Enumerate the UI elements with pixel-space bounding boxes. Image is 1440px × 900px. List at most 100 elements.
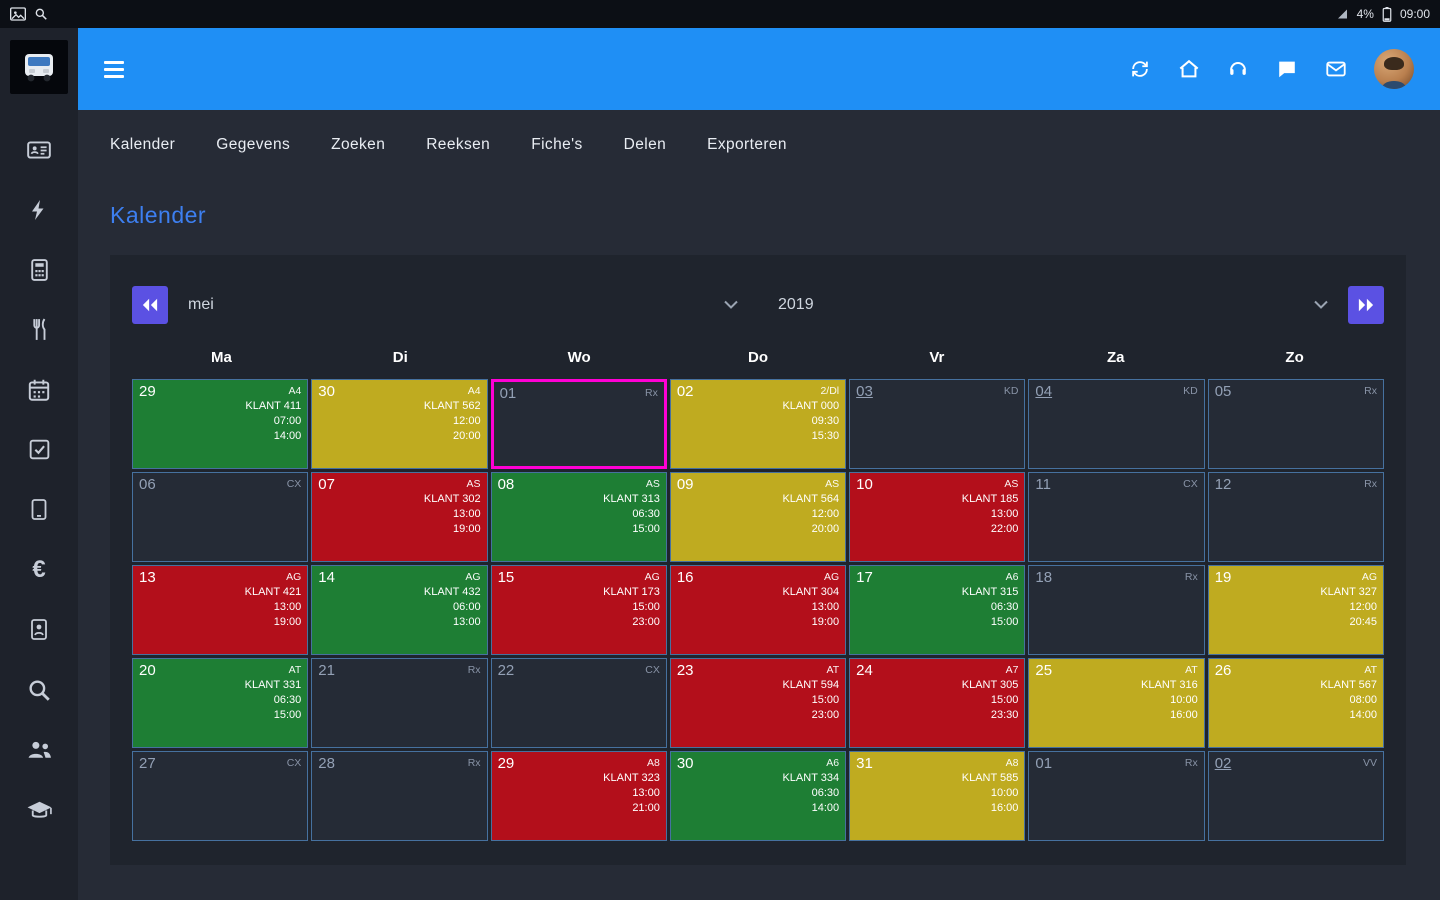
calendar-day-cell[interactable]: 31A8KLANT 58510:0016:00 [849, 751, 1025, 841]
tablet-icon[interactable] [26, 496, 53, 523]
year-select[interactable]: 2019 [778, 285, 1328, 325]
calendar-day-cell[interactable]: 10ASKLANT 18513:0022:00 [849, 472, 1025, 562]
shift-details: CX [287, 477, 302, 492]
calendar-day-cell[interactable]: 30A6KLANT 33406:3014:00 [670, 751, 846, 841]
start-time: 13:00 [962, 507, 1019, 522]
screenshot-icon [10, 7, 26, 21]
nav-kalender[interactable]: Kalender [110, 136, 175, 154]
calendar-day-cell[interactable]: 06CX [132, 472, 308, 562]
shift-code: CX [1183, 477, 1198, 492]
nav-zoeken[interactable]: Zoeken [331, 136, 385, 154]
shift-details: ATKLANT 59415:0023:00 [782, 663, 839, 723]
calendar-day-cell[interactable]: 11CX [1028, 472, 1204, 562]
calendar-icon[interactable] [26, 376, 53, 403]
calendar-day-cell[interactable]: 08ASKLANT 31306:3015:00 [491, 472, 667, 562]
graduation-cap-icon[interactable] [26, 796, 53, 823]
calendar-day-cell[interactable]: 28Rx [311, 751, 487, 841]
day-number: 27 [139, 755, 156, 772]
shift-details: AGKLANT 42113:0019:00 [245, 570, 302, 630]
chat-icon[interactable] [1276, 58, 1298, 80]
calendar-day-cell[interactable]: 19AGKLANT 32712:0020:45 [1208, 565, 1384, 655]
calendar-day-cell[interactable]: 30A4KLANT 56212:0020:00 [311, 379, 487, 469]
calendar-day-cell[interactable]: 03 KD [849, 379, 1025, 469]
shift-code: CX [287, 756, 302, 771]
shift-details: Rx [1364, 477, 1377, 492]
nav-gegevens[interactable]: Gegevens [216, 136, 290, 154]
nav-delen[interactable]: Delen [624, 136, 667, 154]
calendar-day-cell[interactable]: 20ATKLANT 33106:3015:00 [132, 658, 308, 748]
client-label: KLANT 421 [245, 585, 302, 600]
prev-month-button[interactable] [132, 286, 168, 324]
shift-details: Rx [468, 663, 481, 678]
calendar-day-cell[interactable]: 17A6KLANT 31506:3015:00 [849, 565, 1025, 655]
clock: 09:00 [1400, 7, 1430, 21]
start-time: 12:00 [1320, 600, 1377, 615]
contact-card-icon[interactable] [26, 616, 53, 643]
shift-code: Rx [468, 663, 481, 678]
nav-exporteren[interactable]: Exporteren [707, 136, 787, 154]
id-card-icon[interactable] [26, 136, 53, 163]
status-bar: 4% 09:00 [0, 0, 1440, 28]
battery-percent: 4% [1357, 7, 1374, 21]
calendar-day-cell[interactable]: 22CX [491, 658, 667, 748]
support-icon[interactable] [1227, 58, 1249, 80]
calendar-day-cell[interactable]: 09ASKLANT 56412:0020:00 [670, 472, 846, 562]
calendar-day-cell[interactable]: 14AGKLANT 43206:0013:00 [311, 565, 487, 655]
start-time: 06:30 [782, 786, 839, 801]
shift-details: 2/DlKLANT 00009:3015:30 [782, 384, 839, 444]
calendar-day-cell[interactable]: 29A4KLANT 41107:0014:00 [132, 379, 308, 469]
calendar-day-cell[interactable]: 12Rx [1208, 472, 1384, 562]
search-sidebar-icon[interactable] [26, 676, 53, 703]
nav-fiches[interactable]: Fiche's [531, 136, 582, 154]
day-number: 31 [856, 755, 873, 772]
calculator-icon[interactable] [26, 256, 53, 283]
calendar-day-cell[interactable]: 02VV [1208, 751, 1384, 841]
shift-code: AG [245, 570, 302, 585]
shift-code: Rx [1185, 756, 1198, 771]
calendar-day-cell[interactable]: 05Rx [1208, 379, 1384, 469]
day-number[interactable]: 02 [1215, 755, 1232, 772]
calendar-day-cell[interactable]: 16AGKLANT 30413:0019:00 [670, 565, 846, 655]
bolt-icon[interactable] [26, 196, 53, 223]
euro-icon[interactable]: € [26, 556, 53, 583]
calendar-day-cell[interactable]: 13AGKLANT 42113:0019:00 [132, 565, 308, 655]
sync-icon[interactable] [1129, 58, 1151, 80]
start-time: 15:00 [962, 693, 1019, 708]
users-icon[interactable] [26, 736, 53, 763]
shift-code: AT [782, 663, 839, 678]
shift-code: A8 [603, 756, 660, 771]
mail-icon[interactable] [1325, 58, 1347, 80]
shift-details: KD [1004, 384, 1019, 399]
home-icon[interactable] [1178, 58, 1200, 80]
menu-icon[interactable] [104, 61, 124, 78]
calendar-day-cell[interactable]: 04KD [1028, 379, 1204, 469]
day-number: 29 [139, 383, 156, 400]
app-logo[interactable] [10, 40, 68, 94]
day-number[interactable]: 04 [1035, 383, 1052, 400]
calendar-day-cell[interactable]: 15AGKLANT 17315:0023:00 [491, 565, 667, 655]
shift-details: Rx [1185, 756, 1198, 771]
calendar-day-cell[interactable]: 23ATKLANT 59415:0023:00 [670, 658, 846, 748]
user-avatar[interactable] [1374, 49, 1414, 89]
calendar-day-cell[interactable]: 18Rx [1028, 565, 1204, 655]
shift-details: ASKLANT 56412:0020:00 [782, 477, 839, 537]
calendar-day-cell[interactable]: 24A7KLANT 30515:0023:30 [849, 658, 1025, 748]
nav-reeksen[interactable]: Reeksen [426, 136, 490, 154]
calendar-day-cell[interactable]: 022/DlKLANT 00009:3015:30 [670, 379, 846, 469]
calendar-day-cell[interactable]: 07ASKLANT 30213:0019:00 [311, 472, 487, 562]
calendar-day-cell[interactable]: 01Rx [491, 379, 667, 469]
check-square-icon[interactable] [26, 436, 53, 463]
chevron-down-icon [724, 296, 738, 314]
calendar-day-cell[interactable]: 01Rx [1028, 751, 1204, 841]
end-time: 23:00 [603, 615, 660, 630]
next-month-button[interactable] [1348, 286, 1384, 324]
calendar-day-cell[interactable]: 21Rx [311, 658, 487, 748]
calendar-day-cell[interactable]: 25ATKLANT 31610:0016:00 [1028, 658, 1204, 748]
month-select[interactable]: mei [188, 285, 738, 325]
utensils-icon[interactable] [26, 316, 53, 343]
client-label: KLANT 313 [603, 492, 660, 507]
day-number[interactable]: 03 [856, 383, 873, 400]
calendar-day-cell[interactable]: 27 CX [132, 751, 308, 841]
calendar-day-cell[interactable]: 29A8KLANT 32313:0021:00 [491, 751, 667, 841]
calendar-day-cell[interactable]: 26ATKLANT 56708:0014:00 [1208, 658, 1384, 748]
